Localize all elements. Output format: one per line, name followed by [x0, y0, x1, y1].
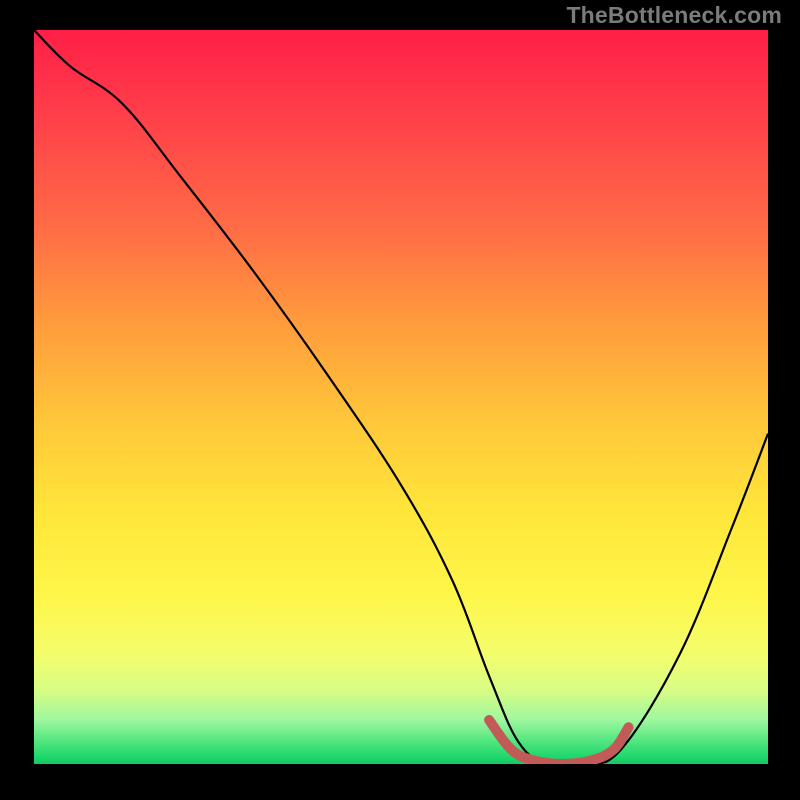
watermark-text: TheBottleneck.com [566, 4, 782, 27]
plot-area [34, 30, 768, 764]
curve-layer [34, 30, 768, 764]
bottleneck-curve [34, 30, 768, 764]
chart-stage: TheBottleneck.com [0, 0, 800, 800]
